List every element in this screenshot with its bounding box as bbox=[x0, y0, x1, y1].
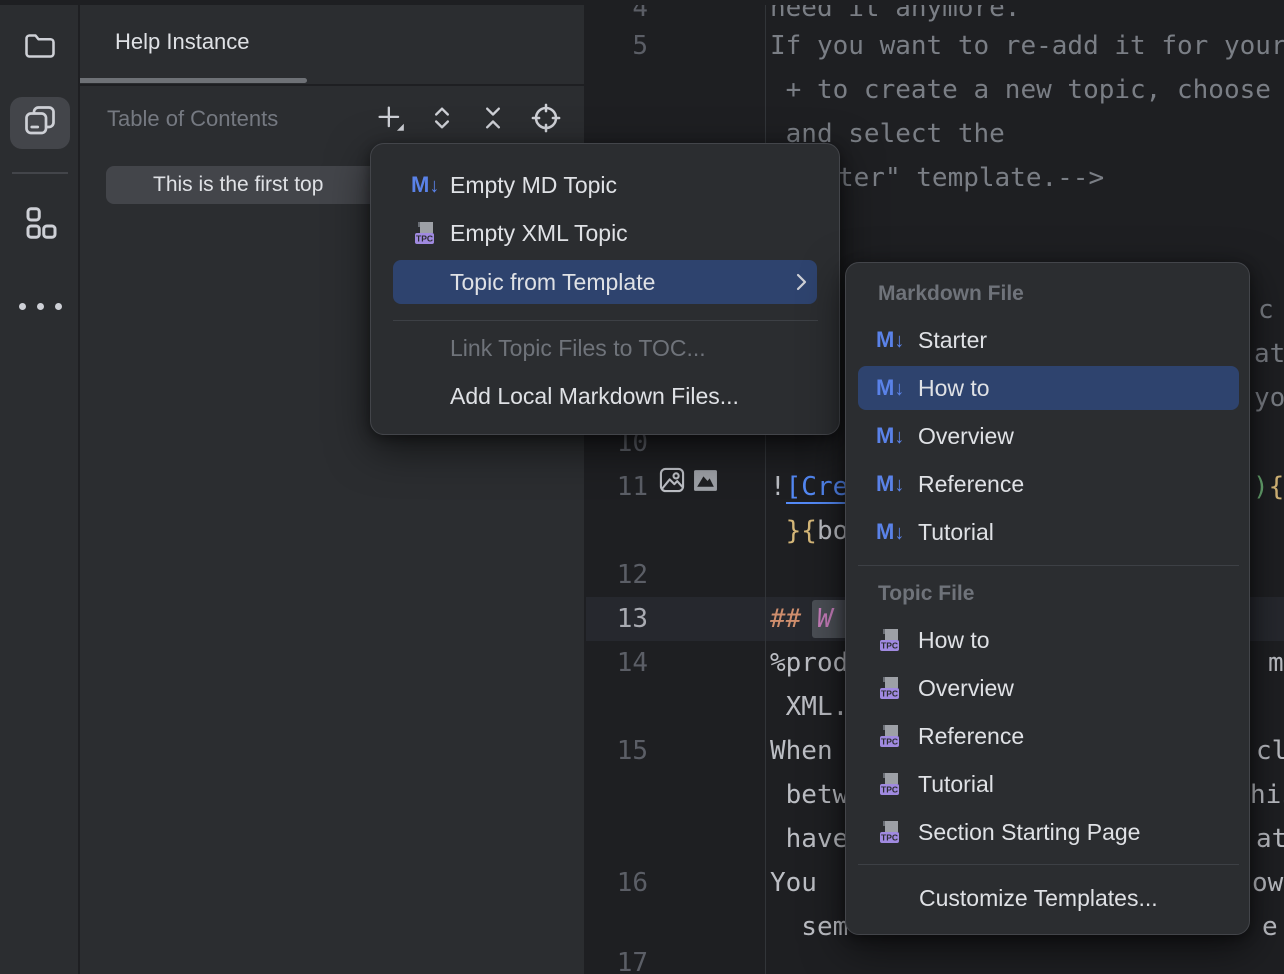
submenu-arrow-icon bbox=[789, 270, 813, 299]
menu-item-link-topic-files: Link Topic Files to TOC... bbox=[371, 326, 839, 370]
locate-opened-file-button[interactable] bbox=[528, 102, 564, 138]
topics-tool-button[interactable] bbox=[10, 97, 70, 149]
svg-text:TPC: TPC bbox=[881, 833, 898, 843]
line-number: 14 bbox=[586, 641, 648, 685]
code-line: If you want to re-add it for your bbox=[770, 24, 1284, 68]
line-number: 16 bbox=[586, 861, 648, 905]
image-outline-icon[interactable] bbox=[658, 466, 686, 499]
markdown-icon: M↓ bbox=[876, 366, 904, 410]
activity-bar bbox=[0, 0, 80, 974]
line-number: 5 bbox=[586, 24, 648, 68]
code-fragment: e bbox=[1262, 905, 1278, 949]
topic-file-icon: TPC bbox=[876, 714, 904, 758]
folder-tool-button[interactable] bbox=[10, 22, 70, 74]
submenu-item-tpc-overview[interactable]: TPC Overview bbox=[846, 666, 1249, 710]
image-preview-icon[interactable] bbox=[693, 469, 718, 497]
code-line: XML. bbox=[770, 685, 848, 729]
line-number: 15 bbox=[586, 729, 648, 773]
code-fragment: cl bbox=[1256, 729, 1284, 773]
tool-window-header: Help Instance bbox=[80, 0, 584, 86]
add-icon bbox=[375, 103, 405, 138]
code-line: ## W bbox=[770, 597, 833, 641]
activity-bar-divider bbox=[12, 172, 68, 174]
code-line: + to create a new topic, choose th bbox=[770, 68, 1284, 112]
toc-section-header: Table of Contents bbox=[107, 106, 278, 132]
menu-item-empty-md-topic[interactable]: M↓ Empty MD Topic bbox=[371, 163, 839, 207]
code-fragment: ){ bbox=[1253, 465, 1284, 509]
submenu-item-md-starter[interactable]: M↓ Starter bbox=[846, 318, 1249, 362]
active-tab-underline bbox=[80, 78, 307, 83]
topic-file-icon: TPC bbox=[411, 211, 439, 255]
code-line: ![Cre bbox=[770, 465, 848, 509]
topic-from-template-submenu: Markdown File M↓ Starter M↓ How to M↓ Ov… bbox=[845, 262, 1250, 935]
line-number: 17 bbox=[586, 941, 648, 974]
code-line: You bbox=[770, 861, 817, 905]
submenu-item-customize-templates[interactable]: Customize Templates... bbox=[846, 876, 1249, 920]
code-line: betw bbox=[770, 773, 848, 817]
window-top-edge bbox=[0, 0, 1284, 5]
expand-all-button[interactable] bbox=[424, 102, 460, 138]
submenu-item-tpc-how-to[interactable]: TPC How to bbox=[846, 618, 1249, 662]
line-number: 12 bbox=[586, 553, 648, 597]
code-fragment: at bbox=[1254, 332, 1284, 376]
markdown-icon: M↓ bbox=[876, 462, 904, 506]
submenu-section-header: Topic File bbox=[878, 572, 1281, 616]
markdown-icon: M↓ bbox=[411, 163, 439, 207]
code-line: }{bo bbox=[770, 509, 848, 553]
add-topic-button[interactable] bbox=[372, 102, 408, 138]
line-number: 11 bbox=[586, 465, 648, 509]
folder-icon bbox=[22, 28, 58, 69]
expand-all-icon bbox=[428, 104, 456, 137]
markdown-icon: M↓ bbox=[876, 510, 904, 554]
code-fragment: ow bbox=[1252, 861, 1283, 905]
svg-text:TPC: TPC bbox=[881, 737, 898, 747]
svg-text:TPC: TPC bbox=[881, 641, 898, 651]
menu-separator bbox=[858, 864, 1239, 865]
svg-text:TPC: TPC bbox=[881, 785, 898, 795]
submenu-item-md-reference[interactable]: M↓ Reference bbox=[846, 462, 1249, 506]
submenu-item-tpc-tutorial[interactable]: TPC Tutorial bbox=[846, 762, 1249, 806]
code-fragment: his bbox=[1250, 773, 1284, 817]
code-line: %prod bbox=[770, 641, 848, 685]
line-number-active: 13 bbox=[586, 597, 648, 641]
code-line: When bbox=[770, 729, 833, 773]
menu-separator bbox=[858, 565, 1239, 566]
code-fragment: yo bbox=[1254, 376, 1284, 420]
submenu-item-md-how-to[interactable]: M↓ How to bbox=[846, 366, 1249, 410]
topic-file-icon: TPC bbox=[876, 810, 904, 854]
code-line: sem bbox=[770, 905, 848, 949]
topics-icon bbox=[22, 103, 58, 144]
more-icon bbox=[19, 303, 62, 310]
menu-item-empty-xml-topic[interactable]: TPC Empty XML Topic bbox=[371, 211, 839, 255]
topic-file-icon: TPC bbox=[876, 618, 904, 662]
markdown-icon: M↓ bbox=[876, 318, 904, 362]
submenu-item-md-overview[interactable]: M↓ Overview bbox=[846, 414, 1249, 458]
tool-window-title: Help Instance bbox=[115, 29, 250, 55]
structure-icon bbox=[22, 205, 58, 246]
menu-separator bbox=[393, 320, 818, 321]
structure-tool-button[interactable] bbox=[10, 199, 70, 251]
topic-file-icon: TPC bbox=[876, 762, 904, 806]
submenu-item-tpc-reference[interactable]: TPC Reference bbox=[846, 714, 1249, 758]
menu-item-add-local-markdown[interactable]: Add Local Markdown Files... bbox=[371, 374, 839, 418]
submenu-section-header: Markdown File bbox=[878, 272, 1281, 316]
markdown-icon: M↓ bbox=[876, 414, 904, 458]
tpc-badge-text: TPC bbox=[416, 234, 433, 244]
topic-file-icon: TPC bbox=[876, 666, 904, 710]
menu-item-topic-from-template[interactable]: Topic from Template bbox=[371, 260, 839, 304]
code-line: ter" template.--> bbox=[838, 156, 1104, 200]
collapse-all-icon bbox=[479, 104, 507, 137]
code-line: have bbox=[770, 817, 848, 861]
submenu-item-tpc-section-starting-page[interactable]: TPC Section Starting Page bbox=[846, 810, 1249, 854]
collapse-all-button[interactable] bbox=[475, 102, 511, 138]
svg-text:TPC: TPC bbox=[881, 689, 898, 699]
locate-icon bbox=[531, 103, 561, 138]
code-fragment: m bbox=[1268, 641, 1284, 685]
more-tools-button[interactable] bbox=[10, 280, 70, 332]
submenu-item-md-tutorial[interactable]: M↓ Tutorial bbox=[846, 510, 1249, 554]
code-fragment: at bbox=[1256, 817, 1284, 861]
add-topic-menu: M↓ Empty MD Topic TPC Empty XML Topic To… bbox=[370, 143, 840, 435]
submenu-selection bbox=[858, 366, 1239, 410]
